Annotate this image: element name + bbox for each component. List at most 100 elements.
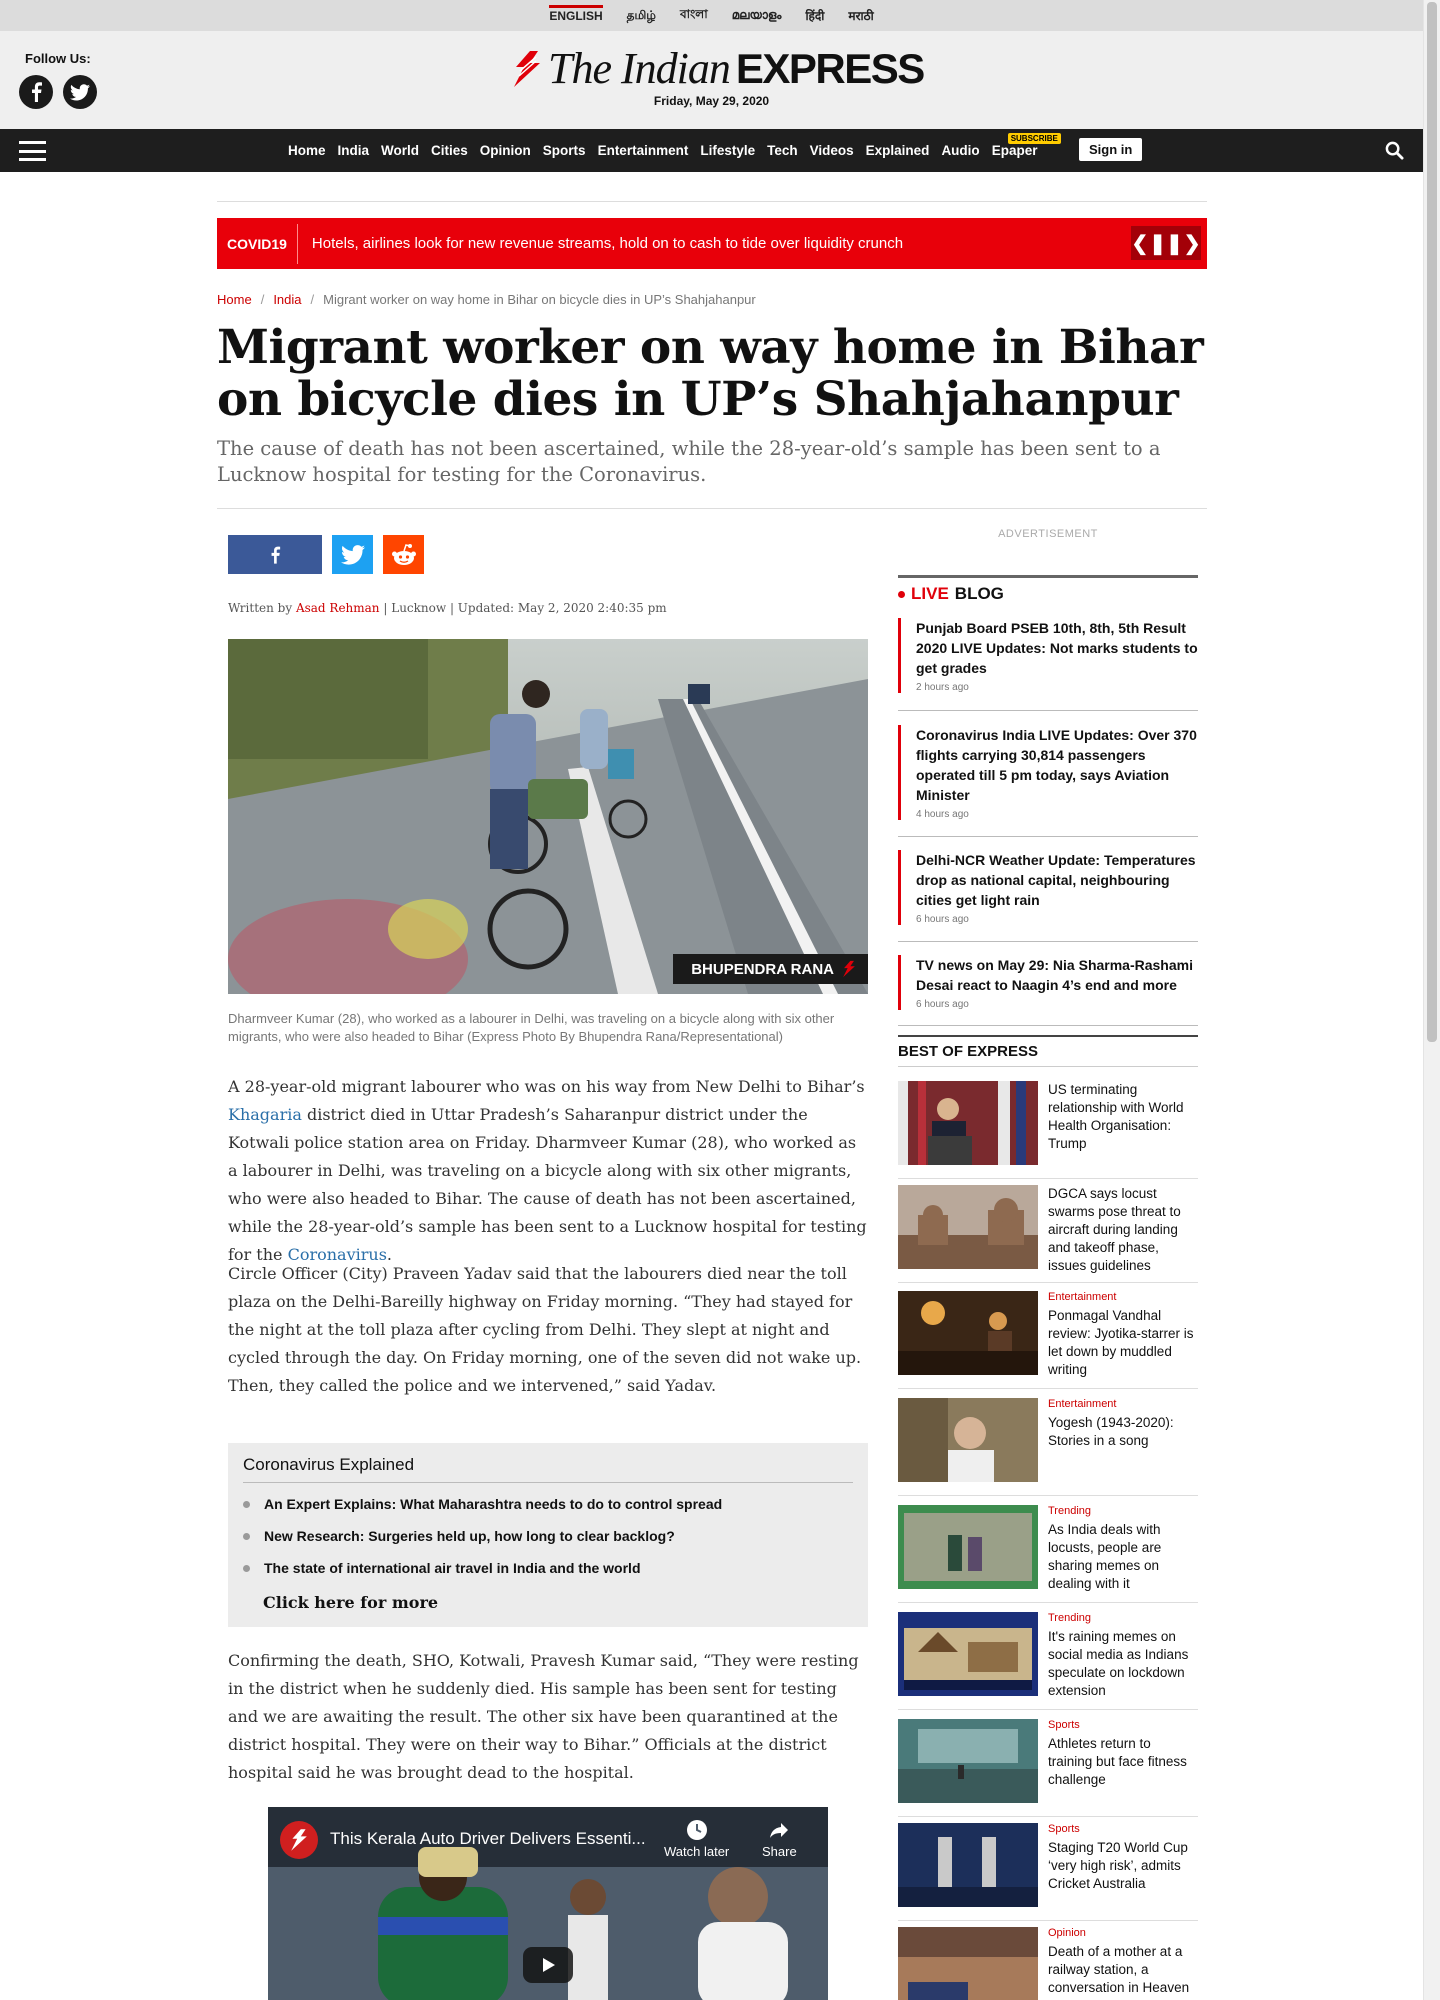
- live-blog-item[interactable]: Punjab Board PSEB 10th, 8th, 5th Result …: [898, 618, 1198, 693]
- best-of-category[interactable]: Entertainment: [1048, 1398, 1116, 1410]
- best-of-title: DGCA says locust swarms pose threat to a…: [1048, 1186, 1181, 1273]
- video-player[interactable]: This Kerala Auto Driver Delivers Essenti…: [268, 1807, 828, 2000]
- explained-item[interactable]: An Expert Explains: What Maharashtra nee…: [243, 1496, 722, 1512]
- live-blog-item[interactable]: Coronavirus India LIVE Updates: Over 370…: [898, 725, 1198, 820]
- paragraph-text: A 28-year-old migrant labourer who was o…: [228, 1077, 865, 1096]
- article-thumbnail: [898, 1185, 1038, 1269]
- live-blog-time: 4 hours ago: [916, 809, 969, 820]
- best-of-category[interactable]: Opinion: [1048, 1927, 1086, 1939]
- nav-explained[interactable]: Explained: [866, 143, 930, 158]
- best-of-item[interactable]: Trending As India deals with locusts, pe…: [898, 1497, 1198, 1603]
- chevron-right-icon[interactable]: ❯: [1184, 231, 1201, 256]
- live-dot-icon: [898, 590, 905, 598]
- article-paragraph-2: Circle Officer (City) Praveen Yadav said…: [228, 1264, 862, 1395]
- breadcrumb-india[interactable]: India: [273, 292, 301, 307]
- covid-headline[interactable]: Hotels, airlines look for new revenue st…: [298, 235, 903, 252]
- nav-audio[interactable]: Audio: [941, 143, 979, 158]
- divider: [898, 1025, 1198, 1026]
- nav-tech[interactable]: Tech: [767, 143, 798, 158]
- share-facebook-icon[interactable]: [228, 535, 322, 574]
- live-blog-item[interactable]: Delhi-NCR Weather Update: Temperatures d…: [898, 850, 1198, 925]
- best-of-item[interactable]: Entertainment Yogesh (1943-2020): Storie…: [898, 1390, 1198, 1496]
- best-of-item[interactable]: DGCA says locust swarms pose threat to a…: [898, 1177, 1198, 1283]
- share-reddit-icon[interactable]: [383, 535, 424, 574]
- nav-india[interactable]: India: [338, 143, 370, 158]
- lang-tamil[interactable]: தமிழ்: [627, 4, 656, 28]
- nav-cities[interactable]: Cities: [431, 143, 468, 158]
- hamburger-menu-icon[interactable]: [19, 141, 46, 161]
- cyclist-on-highway-image: [228, 639, 868, 994]
- best-of-item[interactable]: Entertainment Ponmagal Vandhal review: J…: [898, 1283, 1198, 1389]
- scrollbar[interactable]: [1423, 0, 1440, 2000]
- play-button-icon[interactable]: [523, 1947, 573, 1983]
- article-thumbnail: [898, 1719, 1038, 1803]
- nav-home[interactable]: Home: [288, 143, 326, 158]
- share-video-button[interactable]: Share: [762, 1819, 797, 1859]
- pause-icon[interactable]: ❚❚: [1149, 231, 1183, 256]
- logo-text-indian: The Indian: [548, 44, 731, 93]
- author-link[interactable]: Asad Rehman: [296, 601, 380, 615]
- explained-item[interactable]: New Research: Surgeries held up, how lon…: [243, 1528, 675, 1544]
- lang-marathi[interactable]: मराठी: [848, 3, 873, 28]
- lang-english[interactable]: ENGLISH: [549, 4, 603, 27]
- watch-later-button[interactable]: Watch later: [664, 1819, 729, 1859]
- best-of-item[interactable]: Sports Staging T20 World Cup ‘very high …: [898, 1815, 1198, 1921]
- nav-sports[interactable]: Sports: [543, 143, 586, 158]
- live-blog-title: Punjab Board PSEB 10th, 8th, 5th Result …: [916, 620, 1198, 676]
- share-twitter-icon[interactable]: [332, 535, 373, 574]
- lang-malayalam[interactable]: മലയാളം: [732, 4, 782, 27]
- chevron-left-icon[interactable]: ❮: [1131, 231, 1148, 256]
- best-of-category[interactable]: Sports: [1048, 1719, 1080, 1731]
- best-of-express-heading: BEST OF EXPRESS: [898, 1035, 1198, 1067]
- best-of-category[interactable]: Trending: [1048, 1612, 1091, 1624]
- best-of-item[interactable]: Opinion Death of a mother at a railway s…: [898, 1919, 1198, 2000]
- best-of-item[interactable]: US terminating relationship with World H…: [898, 1073, 1198, 1179]
- live-blog-time: 6 hours ago: [916, 999, 969, 1010]
- covid-tag[interactable]: COVID19: [217, 223, 298, 264]
- best-of-category[interactable]: Trending: [1048, 1505, 1091, 1517]
- covid-ticker: COVID19 Hotels, airlines look for new re…: [217, 218, 1207, 269]
- best-of-title: Staging T20 World Cup ‘very high risk’, …: [1048, 1840, 1188, 1891]
- live-blog-time: 6 hours ago: [916, 914, 969, 925]
- nav-entertainment[interactable]: Entertainment: [598, 143, 689, 158]
- breadcrumb-home[interactable]: Home: [217, 292, 252, 307]
- best-of-category[interactable]: Entertainment: [1048, 1291, 1116, 1303]
- nav-epaper[interactable]: SUBSCRIBE Epaper: [992, 133, 1061, 158]
- divider: [898, 710, 1198, 711]
- article-thumbnail: [898, 1612, 1038, 1696]
- byline-prefix: Written by: [228, 601, 296, 615]
- nav-world[interactable]: World: [381, 143, 419, 158]
- sign-in-button[interactable]: Sign in: [1079, 138, 1143, 161]
- live-label: LIVE: [911, 584, 949, 603]
- live-blog-item[interactable]: TV news on May 29: Nia Sharma-Rashami De…: [898, 955, 1198, 1010]
- best-of-item[interactable]: Trending It's raining memes on social me…: [898, 1604, 1198, 1710]
- trump-podium-image: [898, 1081, 1038, 1165]
- explained-item-label: New Research: Surgeries held up, how lon…: [264, 1528, 675, 1544]
- site-logo[interactable]: The Indian EXPRESS: [512, 43, 925, 94]
- best-of-item[interactable]: Sports Athletes return to training but f…: [898, 1711, 1198, 1817]
- best-of-title: US terminating relationship with World H…: [1048, 1082, 1184, 1151]
- explained-more-link[interactable]: Click here for more: [263, 1593, 438, 1612]
- channel-logo-icon[interactable]: [280, 1821, 318, 1859]
- nav-opinion[interactable]: Opinion: [480, 143, 531, 158]
- lang-hindi[interactable]: हिंदी: [805, 3, 824, 28]
- share-buttons: [228, 535, 424, 574]
- best-of-category[interactable]: Sports: [1048, 1823, 1080, 1835]
- scrollbar-thumb[interactable]: [1427, 2, 1437, 1042]
- breadcrumb: Home / India / Migrant worker on way home in…: [217, 292, 756, 307]
- bullet-icon: [243, 1500, 250, 1508]
- explained-item[interactable]: The state of international air travel in…: [243, 1560, 641, 1576]
- t20-trophy-image: [898, 1823, 1038, 1907]
- ticker-controls: ❮ ❚❚ ❯: [1131, 226, 1201, 260]
- page: ENGLISH தமிழ் বাংলা മലയാളം हिंदी मराठी F…: [0, 0, 1423, 2000]
- paragraph-text: district died in Uttar Pradesh’s Saharan…: [228, 1105, 867, 1264]
- coronavirus-explained-box: Coronavirus Explained An Expert Explains…: [228, 1443, 868, 1627]
- video-title[interactable]: This Kerala Auto Driver Delivers Essenti…: [330, 1829, 646, 1849]
- lang-bangla[interactable]: বাংলা: [680, 2, 708, 30]
- blog-label: BLOG: [954, 584, 1004, 603]
- best-of-title: Yogesh (1943-2020): Stories in a song: [1048, 1415, 1174, 1448]
- link-khagaria[interactable]: Khagaria: [228, 1105, 302, 1124]
- nav-videos[interactable]: Videos: [810, 143, 854, 158]
- search-icon[interactable]: [1385, 141, 1404, 160]
- nav-lifestyle[interactable]: Lifestyle: [700, 143, 755, 158]
